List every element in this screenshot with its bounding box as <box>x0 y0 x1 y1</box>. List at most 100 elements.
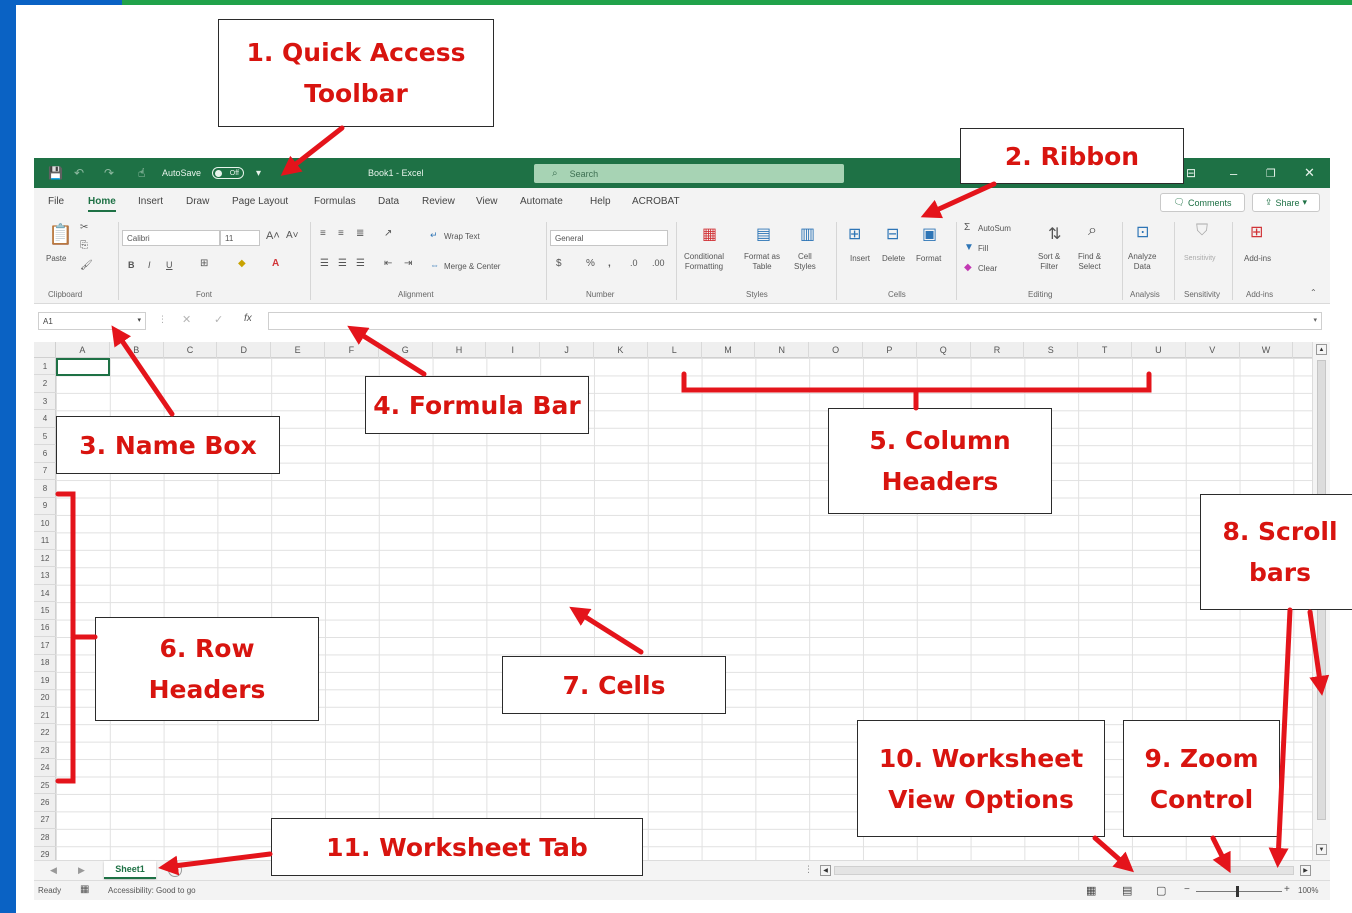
sensitivity-button[interactable]: Sensitivity <box>1184 254 1216 264</box>
column-header[interactable]: P <box>863 342 917 358</box>
add-ins-button[interactable]: Add-ins <box>1244 254 1271 264</box>
share-button[interactable]: ⇪ Share ▾ <box>1252 193 1320 212</box>
enter-icon[interactable]: ✓ <box>214 313 223 326</box>
row-header[interactable]: 21 <box>34 707 56 725</box>
wrap-text-button[interactable]: Wrap Text <box>444 232 480 242</box>
paste-button-label[interactable]: Paste <box>46 254 66 264</box>
row-header[interactable]: 24 <box>34 759 56 777</box>
row-header[interactable]: 28 <box>34 829 56 847</box>
bold-icon[interactable]: B <box>128 260 135 270</box>
scroll-left-icon[interactable]: ◀ <box>820 865 831 876</box>
font-size-select[interactable]: 11 <box>220 230 260 246</box>
autosum-button[interactable]: AutoSum <box>978 224 1011 234</box>
column-header[interactable]: D <box>217 342 272 358</box>
cut-icon[interactable]: ✂ <box>80 222 88 233</box>
page-layout-view-icon[interactable]: ▤ <box>1122 884 1132 897</box>
row-header[interactable]: 14 <box>34 585 56 603</box>
tab-help[interactable]: Help <box>590 196 611 207</box>
conditional-formatting-button[interactable]: Conditional Formatting <box>684 252 724 272</box>
column-header[interactable]: G <box>379 342 433 358</box>
tab-page-layout[interactable]: Page Layout <box>232 196 288 207</box>
active-cell[interactable] <box>56 358 110 376</box>
ribbon-display-options-icon[interactable]: ⊟ <box>1186 158 1196 188</box>
add-sheet-icon[interactable]: + <box>168 863 182 877</box>
tab-view[interactable]: View <box>476 196 498 207</box>
column-header[interactable]: E <box>271 342 325 358</box>
cell-styles-icon[interactable]: ▥ <box>800 224 815 244</box>
row-header[interactable]: 7 <box>34 463 56 481</box>
clear-button[interactable]: Clear <box>978 264 997 274</box>
align-left-icon[interactable]: ☰ <box>320 258 329 269</box>
sheet-tab[interactable]: Sheet1 <box>104 861 156 879</box>
row-header[interactable]: 8 <box>34 480 56 498</box>
wrap-text-icon[interactable]: ↵ <box>430 230 438 241</box>
decrease-indent-icon[interactable]: ⇤ <box>384 258 392 269</box>
fill-button[interactable]: Fill <box>978 244 988 254</box>
add-ins-icon[interactable]: ⊞ <box>1250 222 1263 242</box>
sort-filter-button[interactable]: Sort & Filter <box>1038 252 1060 272</box>
tab-insert[interactable]: Insert <box>138 196 163 207</box>
redo-icon[interactable]: ↷ <box>104 158 114 188</box>
column-header[interactable]: T <box>1078 342 1132 358</box>
zoom-level[interactable]: 100% <box>1298 886 1318 895</box>
decrease-decimal-icon[interactable]: .00 <box>652 258 665 268</box>
column-header[interactable]: A <box>56 342 110 358</box>
comments-button[interactable]: 🗨 Comments <box>1160 193 1245 212</box>
fill-icon[interactable]: ▼ <box>964 242 974 253</box>
increase-indent-icon[interactable]: ⇥ <box>404 258 412 269</box>
decrease-font-icon[interactable]: A˅ <box>286 230 299 241</box>
scroll-down-icon[interactable]: ▼ <box>1316 844 1327 855</box>
paste-icon[interactable]: 📋 <box>48 222 73 247</box>
column-header[interactable]: Q <box>917 342 971 358</box>
sensitivity-icon[interactable]: ⛉ <box>1196 222 1208 240</box>
insert-cells-button[interactable]: Insert <box>850 254 870 264</box>
next-sheet-icon[interactable]: ▶ <box>78 865 85 876</box>
column-header[interactable]: J <box>540 342 594 358</box>
format-as-table-button[interactable]: Format as Table <box>744 252 780 272</box>
column-header[interactable]: C <box>164 342 218 358</box>
scroll-right-icon[interactable]: ▶ <box>1300 865 1311 876</box>
merge-center-icon[interactable]: ⇔ <box>430 260 439 270</box>
number-format-select[interactable]: General <box>550 230 668 246</box>
zoom-slider[interactable] <box>1196 891 1282 892</box>
row-header[interactable]: 23 <box>34 742 56 760</box>
column-header[interactable]: W <box>1240 342 1294 358</box>
row-header[interactable]: 18 <box>34 655 56 673</box>
autosave-toggle[interactable]: Off <box>212 167 244 179</box>
borders-icon[interactable]: ⊞ <box>200 258 208 269</box>
align-right-icon[interactable]: ☰ <box>356 258 365 269</box>
autosum-icon[interactable]: Σ <box>964 222 970 233</box>
analyze-data-button[interactable]: Analyze Data <box>1128 252 1156 272</box>
font-name-select[interactable]: Calibri <box>122 230 220 246</box>
format-cells-button[interactable]: Format <box>916 254 941 264</box>
search-box[interactable]: ⌕ Search <box>534 164 844 183</box>
row-header[interactable]: 1 <box>34 358 56 376</box>
row-header[interactable]: 9 <box>34 498 56 516</box>
formula-input[interactable]: ▾ <box>268 312 1322 330</box>
find-select-button[interactable]: Find & Select <box>1078 252 1101 272</box>
column-header[interactable]: V <box>1186 342 1240 358</box>
customize-qat-icon[interactable]: ▾ <box>256 158 261 188</box>
percent-icon[interactable]: % <box>586 258 595 269</box>
save-icon[interactable]: 💾 <box>48 158 63 188</box>
accessibility-status[interactable]: Accessibility: Good to go <box>108 886 196 895</box>
row-header[interactable]: 26 <box>34 794 56 812</box>
column-header[interactable]: L <box>648 342 702 358</box>
expand-formula-bar-icon[interactable]: ▾ <box>1313 316 1317 324</box>
conditional-formatting-icon[interactable]: ▦ <box>702 224 717 244</box>
row-header[interactable]: 29 <box>34 847 56 860</box>
comma-style-icon[interactable]: , <box>608 258 611 269</box>
row-header[interactable]: 25 <box>34 777 56 795</box>
format-painter-icon[interactable]: 🖌 <box>80 260 93 271</box>
column-header[interactable]: M <box>702 342 756 358</box>
scroll-up-icon[interactable]: ▲ <box>1316 344 1327 355</box>
tab-acrobat[interactable]: ACROBAT <box>632 196 680 207</box>
row-header[interactable]: 17 <box>34 637 56 655</box>
tab-automate[interactable]: Automate <box>520 196 563 207</box>
row-header[interactable]: 13 <box>34 567 56 585</box>
underline-icon[interactable]: U <box>166 260 173 270</box>
cancel-icon[interactable]: ✕ <box>182 313 191 326</box>
column-header[interactable]: S <box>1024 342 1079 358</box>
row-header[interactable]: 2 <box>34 375 56 393</box>
format-as-table-icon[interactable]: ▤ <box>756 224 771 244</box>
